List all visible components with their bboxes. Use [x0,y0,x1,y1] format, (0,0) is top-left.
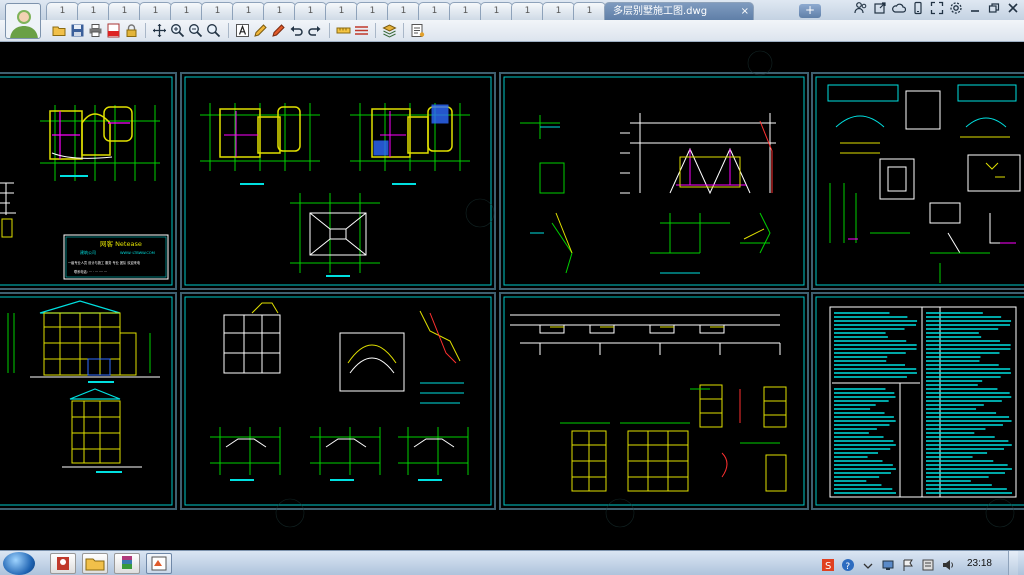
document-tab[interactable]: 1 [542,2,575,20]
archive-icon[interactable] [114,553,140,574]
taskbar-app-icon[interactable] [50,553,76,574]
sheet-sections-details [520,113,776,274]
title-block-slogan: 一级专业人员 设计与施工 服务 专业 团队 欢迎来电 [68,260,141,265]
toolbar [0,20,1024,42]
active-tab-title: 多层别墅施工图.dwg [613,6,708,17]
cloud-icon[interactable] [892,1,907,17]
svg-text:?: ? [845,562,850,572]
pan-icon[interactable] [152,23,167,38]
pdf-icon[interactable] [106,23,121,38]
title-block-phone: 联系电话: ··· · ··· ···· ··· [74,269,107,274]
save-icon[interactable] [70,23,85,38]
settings-icon[interactable] [949,1,963,17]
info-icon[interactable] [410,23,425,38]
document-tab[interactable]: 1 [170,2,203,20]
tray-app-icon[interactable] [921,557,935,571]
text-icon[interactable] [235,23,250,38]
sheet-floor-plans-2 [200,103,470,277]
minimize-icon[interactable] [968,1,982,17]
network-icon[interactable] [881,557,895,571]
tray-chevron-icon[interactable] [861,557,875,571]
title-block-heading: 网客 Netease [100,239,142,248]
new-tab-button[interactable]: + [799,4,821,18]
close-icon[interactable] [1006,1,1020,17]
sheet-eave-details [827,84,1021,283]
system-tray: S ? 23:18 [821,551,1024,575]
tab-strip: 1 1 1 1 1 1 1 1 1 1 1 1 1 1 1 1 1 1 多层别墅施工图.dwg × + [0,0,1024,20]
volume-icon[interactable] [941,557,955,571]
document-tab[interactable]: 1 [325,2,358,20]
tab-close-icon[interactable]: × [741,3,749,20]
document-tab[interactable]: 1 [263,2,296,20]
zoom-in-icon[interactable] [170,23,185,38]
sheet-notes-table [829,306,1017,498]
document-tab[interactable]: 1 [77,2,110,20]
users-icon[interactable] [854,1,868,17]
window-controls [854,1,1020,17]
document-tab[interactable]: 1 [294,2,327,20]
ime-s-icon[interactable]: S [821,557,835,572]
document-tab[interactable]: 1 [108,2,141,20]
redo-icon[interactable] [307,23,322,38]
sheet-wall-details [510,314,787,492]
print-icon[interactable] [88,23,103,38]
avatar[interactable] [5,3,41,39]
stack-icon[interactable] [382,23,397,38]
help-icon[interactable]: ? [841,557,855,572]
mobile-icon[interactable] [911,1,925,17]
open-icon[interactable] [52,23,67,38]
show-desktop-button[interactable] [1008,551,1018,575]
document-tab[interactable]: 1 [201,2,234,20]
cad-viewer-taskbar-icon[interactable] [146,553,172,574]
sheet-stair-sections [210,302,469,481]
tab-list: 1 1 1 1 1 1 1 1 1 1 1 1 1 1 1 1 1 1 多层别墅施工图.dwg × [46,2,754,20]
document-tab[interactable]: 1 [139,2,172,20]
document-tab[interactable]: 1 [511,2,544,20]
title-block-company: 建筑公司 [80,249,96,255]
zoom-window-icon[interactable] [206,23,221,38]
cad-drawing: 网客 Netease 建筑公司 WWW.·LTBWW.COM 一级专业人员 设计… [0,50,1024,528]
document-tab[interactable]: 1 [356,2,389,20]
undo-icon[interactable] [289,23,304,38]
lock-icon[interactable] [124,23,139,38]
document-tab[interactable]: 1 [449,2,482,20]
sheet-elevations [7,300,160,473]
document-tab[interactable]: 1 [418,2,451,20]
title-block: 网客 Netease 建筑公司 WWW.·LTBWW.COM 一级专业人员 设计… [63,234,169,280]
clock[interactable]: 23:18 [967,558,992,569]
application-window: 1 1 1 1 1 1 1 1 1 1 1 1 1 1 1 1 1 1 多层别墅施工图.dwg × + [0,0,1024,575]
layer-icon[interactable] [354,23,369,38]
document-tab[interactable]: 1 [573,2,606,20]
title-block-site: WWW.·LTBWW.COM [120,251,155,255]
svg-text:S: S [825,561,831,572]
measure-icon[interactable] [336,23,351,38]
document-tab[interactable]: 1 [46,2,79,20]
folder-icon[interactable] [82,553,108,574]
restore-icon[interactable] [987,1,1001,17]
zoom-out-icon[interactable] [188,23,203,38]
share-icon[interactable] [873,1,887,17]
pencil-icon[interactable] [253,23,268,38]
start-button[interactable] [3,552,35,575]
drawing-canvas[interactable]: 网客 Netease 建筑公司 WWW.·LTBWW.COM 一级专业人员 设计… [0,43,1024,550]
fullscreen-icon[interactable] [930,1,944,17]
flag-icon[interactable] [901,557,915,571]
document-tab[interactable]: 1 [387,2,420,20]
taskbar: S ? 23:18 [0,550,1024,575]
document-tab[interactable]: 1 [232,2,265,20]
tab-active-document[interactable]: 多层别墅施工图.dwg × [604,2,754,20]
document-tab[interactable]: 1 [480,2,513,20]
sheet-floor-plans-1: 网客 Netease 建筑公司 WWW.·LTBWW.COM 一级专业人员 设计… [0,105,169,280]
highlighter-icon[interactable] [271,23,286,38]
